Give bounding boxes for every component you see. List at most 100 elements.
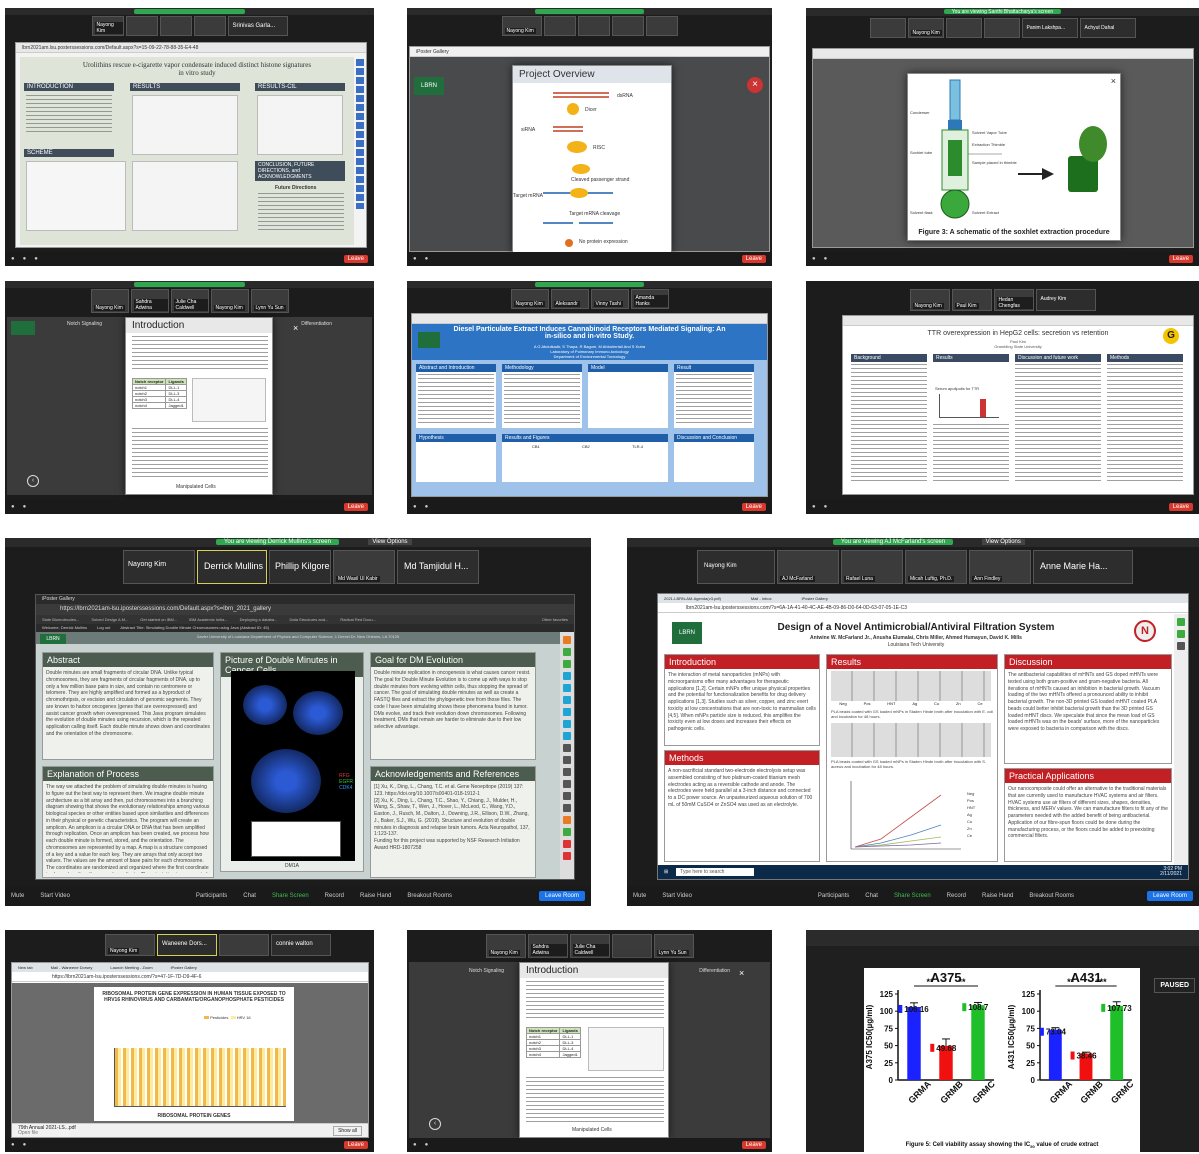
record-button[interactable]: Record bbox=[325, 893, 344, 899]
toolbar-button[interactable] bbox=[1177, 618, 1185, 626]
video-tile[interactable]: Audrey Kim bbox=[1035, 289, 1096, 311]
toolbar-button[interactable] bbox=[563, 696, 571, 704]
video-tile[interactable]: Nayong Kim bbox=[123, 550, 195, 584]
video-tile[interactable]: Ann Findley bbox=[969, 550, 1031, 584]
browser-tab[interactable]: Mail - Waneene Dorsey bbox=[51, 965, 93, 970]
video-tile[interactable]: Panim Lakshpa... bbox=[1021, 18, 1078, 38]
toolbar-button[interactable] bbox=[563, 720, 571, 728]
toolbar-button[interactable] bbox=[563, 852, 571, 860]
video-tile[interactable]: Hedan Chengfas bbox=[993, 289, 1034, 311]
video-tile[interactable]: Paul Kim bbox=[951, 289, 992, 311]
share-screen-button[interactable]: Share Screen bbox=[894, 893, 931, 899]
start-video-button[interactable]: Start Video bbox=[662, 893, 692, 899]
leave-button[interactable]: Leave bbox=[343, 255, 368, 263]
video-tile[interactable]: Nayong Kim bbox=[909, 289, 950, 311]
toolbar-button[interactable] bbox=[563, 684, 571, 692]
video-tile[interactable]: Nayong Kim bbox=[510, 289, 549, 309]
video-tile[interactable] bbox=[159, 16, 192, 36]
video-tile[interactable] bbox=[611, 934, 652, 958]
video-tile[interactable]: Sahdra Adwina bbox=[527, 934, 568, 958]
raise-hand-button[interactable]: Raise Hand bbox=[360, 893, 391, 899]
close-icon[interactable]: × bbox=[739, 968, 744, 978]
address-bar[interactable]: lbrn2021am.lsu.posterssessions.com/Defau… bbox=[16, 43, 366, 53]
video-tile[interactable] bbox=[543, 16, 576, 36]
video-tile[interactable]: Vinny Tashi bbox=[590, 289, 629, 309]
video-tile[interactable] bbox=[193, 16, 226, 36]
close-icon[interactable]: × bbox=[1111, 76, 1116, 86]
toolbar-button[interactable] bbox=[563, 780, 571, 788]
video-tile[interactable]: connie walton bbox=[271, 934, 331, 956]
participants-button[interactable]: Participants bbox=[818, 893, 849, 899]
windows-start-icon[interactable]: ⊞ bbox=[664, 869, 668, 875]
breakout-rooms-button[interactable]: Breakout Rooms bbox=[1029, 893, 1074, 899]
video-tile[interactable]: Md Wasil Ul Kabir bbox=[333, 550, 395, 584]
video-tile[interactable]: Srinivas Garla... bbox=[227, 16, 288, 36]
video-tile[interactable]: Sahdra Adwina bbox=[130, 289, 169, 313]
toolbar-button[interactable] bbox=[1177, 630, 1185, 638]
toolbar-button[interactable] bbox=[563, 828, 571, 836]
address-bar[interactable]: lbrn2021am-lsu.iposterssessions.com/?s=6… bbox=[658, 603, 1188, 613]
toolbar-button[interactable] bbox=[1177, 642, 1185, 650]
breakout-rooms-button[interactable]: Breakout Rooms bbox=[407, 893, 452, 899]
video-tile[interactable]: Nayong Kim bbox=[697, 550, 775, 584]
mute-button[interactable]: Mute bbox=[633, 893, 646, 899]
video-tile[interactable]: Nayong Kim bbox=[90, 289, 129, 313]
toolbar-button[interactable] bbox=[563, 840, 571, 848]
leave-room-button[interactable]: Leave Room bbox=[1146, 891, 1193, 901]
video-tile[interactable]: Lynn Yu Sun bbox=[653, 934, 694, 958]
video-tile[interactable]: Nayong Kim bbox=[91, 16, 124, 36]
video-tile[interactable]: Rafael Luna bbox=[841, 550, 903, 584]
chat-button[interactable]: Chat bbox=[865, 893, 878, 899]
video-tile[interactable] bbox=[611, 16, 644, 36]
video-tile[interactable]: Amanda Hanks bbox=[630, 289, 669, 309]
toolbar-button[interactable] bbox=[563, 804, 571, 812]
video-tile[interactable]: Nayong Kim bbox=[501, 16, 542, 36]
video-tile[interactable]: Nayong Kim bbox=[105, 934, 155, 956]
video-tile[interactable] bbox=[577, 16, 610, 36]
video-tile[interactable] bbox=[219, 934, 269, 956]
video-tile[interactable]: Nayong Kim bbox=[485, 934, 526, 958]
video-tile[interactable]: Nayong Kim bbox=[210, 289, 249, 313]
show-all-button[interactable]: Show all bbox=[333, 1125, 362, 1136]
browser-tab[interactable]: Mail - Inbox bbox=[751, 596, 772, 601]
video-tile[interactable]: Nayong Kim bbox=[907, 18, 944, 38]
address-bar[interactable]: https://lbrn2021am-lsu.iposterssessions.… bbox=[12, 972, 368, 982]
video-tile[interactable]: AJ McFarland bbox=[777, 550, 839, 584]
toolbar-button[interactable] bbox=[563, 756, 571, 764]
start-video-button[interactable]: Start Video bbox=[40, 893, 70, 899]
video-tile[interactable] bbox=[125, 16, 158, 36]
toolbar-button[interactable] bbox=[563, 660, 571, 668]
toolbar-button[interactable] bbox=[563, 792, 571, 800]
video-tile[interactable]: Lynn Yu Sun bbox=[250, 289, 289, 313]
leave-button[interactable]: Leave bbox=[741, 1141, 766, 1149]
leave-button[interactable]: Leave bbox=[1168, 255, 1193, 263]
browser-tab[interactable]: iPoster Gallery bbox=[410, 47, 769, 57]
video-tile[interactable] bbox=[869, 18, 906, 38]
mute-button[interactable]: Mute bbox=[11, 893, 24, 899]
browser-tab[interactable]: iPoster Gallery bbox=[171, 965, 197, 970]
video-tile[interactable]: Julie Cha Caldwell bbox=[569, 934, 610, 958]
browser-tab[interactable]: New tab bbox=[18, 965, 33, 970]
toolbar-button[interactable] bbox=[563, 768, 571, 776]
toolbar-button[interactable] bbox=[563, 732, 571, 740]
participants-button[interactable]: Participants bbox=[196, 893, 227, 899]
video-tile[interactable]: Achyut Dahal bbox=[1079, 18, 1136, 38]
address-bar[interactable]: https://lbrn2021am-lsu.iposterssessions.… bbox=[36, 604, 574, 615]
toolbar-button[interactable] bbox=[563, 816, 571, 824]
video-tile[interactable]: Md Tamjidul H... bbox=[397, 550, 479, 584]
toolbar-button[interactable] bbox=[563, 708, 571, 716]
close-icon[interactable]: × bbox=[293, 323, 298, 333]
toolbar-button[interactable] bbox=[563, 744, 571, 752]
side-toolbar[interactable] bbox=[356, 59, 364, 209]
video-tile[interactable] bbox=[645, 16, 678, 36]
video-tile[interactable]: Julie Cha Caldwell bbox=[170, 289, 209, 313]
back-icon[interactable]: ‹ bbox=[27, 475, 39, 487]
close-icon[interactable]: × bbox=[747, 77, 763, 93]
share-screen-button[interactable]: Share Screen bbox=[272, 893, 309, 899]
browser-tab[interactable]: Launch Meeting - Zoom bbox=[110, 965, 152, 970]
video-tile[interactable] bbox=[945, 18, 982, 38]
video-tile[interactable]: Derrick Mullins bbox=[197, 550, 267, 584]
toolbar-button[interactable] bbox=[563, 636, 571, 644]
leave-button[interactable]: Leave bbox=[1168, 503, 1193, 511]
back-icon[interactable]: ‹ bbox=[429, 1118, 441, 1130]
